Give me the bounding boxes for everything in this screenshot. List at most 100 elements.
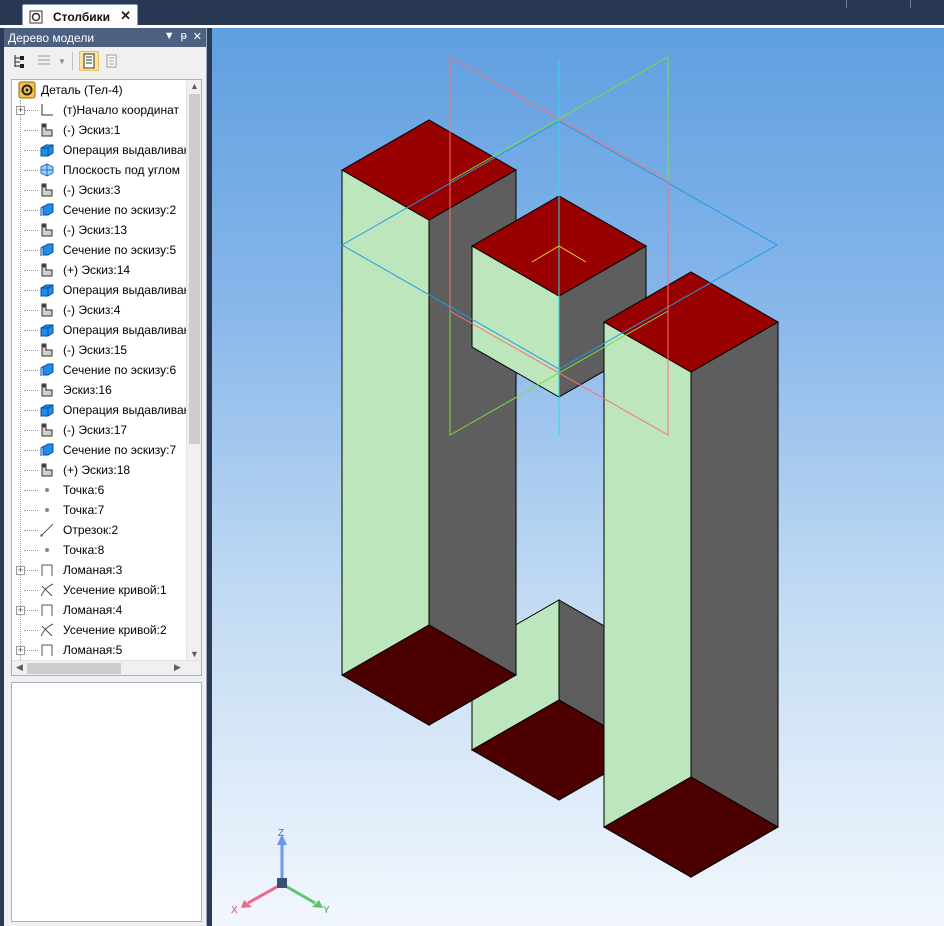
tree-filter-button[interactable] (34, 51, 54, 71)
tree-connector-line (20, 100, 21, 660)
tree-root-label: Деталь (Тел-4) (41, 83, 123, 97)
model-tree-panel: Дерево модели ▼ ᵽ ✕ ▼ Деталь (Тел-4) + (… (4, 28, 207, 926)
tree-connector (24, 490, 38, 491)
tree-item-label: Ломаная:3 (63, 563, 123, 577)
tree-item-label: Сечение по эскизу:7 (63, 443, 177, 457)
tree-item-label: Операция выдавливания (63, 143, 187, 157)
scroll-right-icon[interactable]: ▶ (174, 662, 181, 673)
sketch-icon (41, 383, 53, 397)
tree-structure-icon (14, 55, 24, 68)
tree-connector (24, 110, 38, 111)
panel-header: Дерево модели ▼ ᵽ ✕ (4, 28, 206, 47)
orientation-triad[interactable]: Z X Y (231, 828, 330, 916)
tree-item-label: Усечение кривой:1 (63, 583, 167, 597)
part-icon (18, 81, 36, 99)
tree-connector (24, 290, 38, 291)
tree-connector (24, 550, 38, 551)
sketch-icon (41, 463, 53, 477)
x-axis-label: X (231, 905, 238, 916)
tree-connector (24, 590, 38, 591)
chevron-down-icon[interactable]: ▼ (58, 57, 66, 66)
triad-origin (277, 878, 287, 888)
section-icon (40, 203, 54, 216)
trim-icon (40, 623, 54, 637)
scroll-thumb[interactable] (27, 663, 121, 674)
close-icon[interactable]: ✕ (120, 8, 131, 24)
point-icon (45, 488, 49, 492)
extrude-icon (40, 284, 54, 297)
section-icon (40, 363, 54, 376)
properties-icon (106, 54, 117, 68)
tree-connector (24, 530, 38, 531)
panel-title: Дерево модели (8, 30, 95, 45)
polyline-icon (41, 604, 53, 616)
tree-item-label: (-) Эскиз:1 (63, 123, 121, 137)
sketch-icon (41, 183, 53, 197)
z-axis-label: Z (278, 828, 284, 839)
tree-vertical-scrollbar[interactable]: ▲ ▼ (186, 80, 201, 660)
tree-item-label: Сечение по эскизу:5 (63, 243, 177, 257)
trim-icon (40, 583, 54, 597)
sketch-icon (41, 263, 53, 277)
tree-horizontal-scrollbar[interactable]: ◀ ▶ (12, 660, 201, 675)
tree-connector (24, 250, 38, 251)
tree-connector (24, 390, 38, 391)
segment-icon (40, 523, 54, 537)
section-icon (40, 443, 54, 456)
close-icon[interactable]: ✕ (193, 30, 202, 43)
plane-icon (40, 163, 54, 177)
tree-connector (24, 610, 38, 611)
left-pillar[interactable] (340, 119, 518, 726)
tree-item-label: (-) Эскиз:17 (63, 423, 128, 437)
model-viewport[interactable]: Z X Y (212, 28, 944, 926)
scroll-down-icon[interactable]: ▼ (190, 649, 199, 659)
tree-item-label: Точка:7 (63, 503, 105, 517)
tree-connector (24, 510, 38, 511)
tree-connector (24, 170, 38, 171)
tree-connector (24, 430, 38, 431)
model-tree: Деталь (Тел-4) + (т)Начало координат (-) Э… (11, 79, 202, 676)
pin-icon[interactable]: ᵽ (181, 30, 187, 43)
tree-item-label: Точка:8 (63, 543, 105, 557)
extrude-icon (40, 404, 54, 417)
tree-connector (24, 270, 38, 271)
scroll-thumb[interactable] (189, 94, 200, 444)
sketch-icon (41, 123, 53, 137)
tree-item-label: Точка:6 (63, 483, 105, 497)
document-view-icon (83, 53, 95, 69)
tree-item-label: Ломаная:5 (63, 643, 123, 657)
tree-item-label: Эскиз:16 (63, 383, 112, 397)
tree-connector (24, 310, 38, 311)
scroll-up-icon[interactable]: ▲ (190, 81, 199, 91)
tree-properties-button[interactable] (103, 51, 123, 71)
extrude-icon (40, 144, 54, 157)
scroll-left-icon[interactable]: ◀ (16, 662, 23, 673)
tree-item-label: Плоскость под углом (63, 163, 180, 177)
model-scene: Z X Y (231, 56, 780, 916)
tree-structure-button[interactable] (10, 51, 30, 71)
tree-view-button[interactable] (78, 51, 99, 71)
tree-connector (24, 230, 38, 231)
tree-connector (24, 130, 38, 131)
tree-connector (24, 210, 38, 211)
tree-item-label: (-) Эскиз:13 (63, 223, 128, 237)
list-filter-icon (38, 55, 50, 65)
tree-connector (24, 330, 38, 331)
tree-item-label: (-) Эскиз:15 (63, 343, 128, 357)
tree-connector (24, 570, 38, 571)
right-pillar[interactable] (602, 271, 780, 878)
polyline-icon (41, 644, 53, 656)
document-tab-title: Столбики (53, 9, 111, 24)
tree-item-label: Отрезок:2 (63, 523, 119, 537)
point-icon (45, 508, 49, 512)
tree-item-label: Операция выдавливания (63, 403, 187, 417)
panel-dropdown-icon[interactable]: ▼ (164, 30, 175, 43)
tree-connector (24, 350, 38, 351)
tree-connector (24, 450, 38, 451)
tab-strip-divider (910, 0, 911, 8)
toolbar-separator (71, 52, 73, 70)
tree-connector (24, 370, 38, 371)
extrude-icon (40, 324, 54, 337)
tree-item-label: Усечение кривой:2 (63, 623, 167, 637)
tree-item-label: (т)Начало координат (63, 103, 180, 117)
